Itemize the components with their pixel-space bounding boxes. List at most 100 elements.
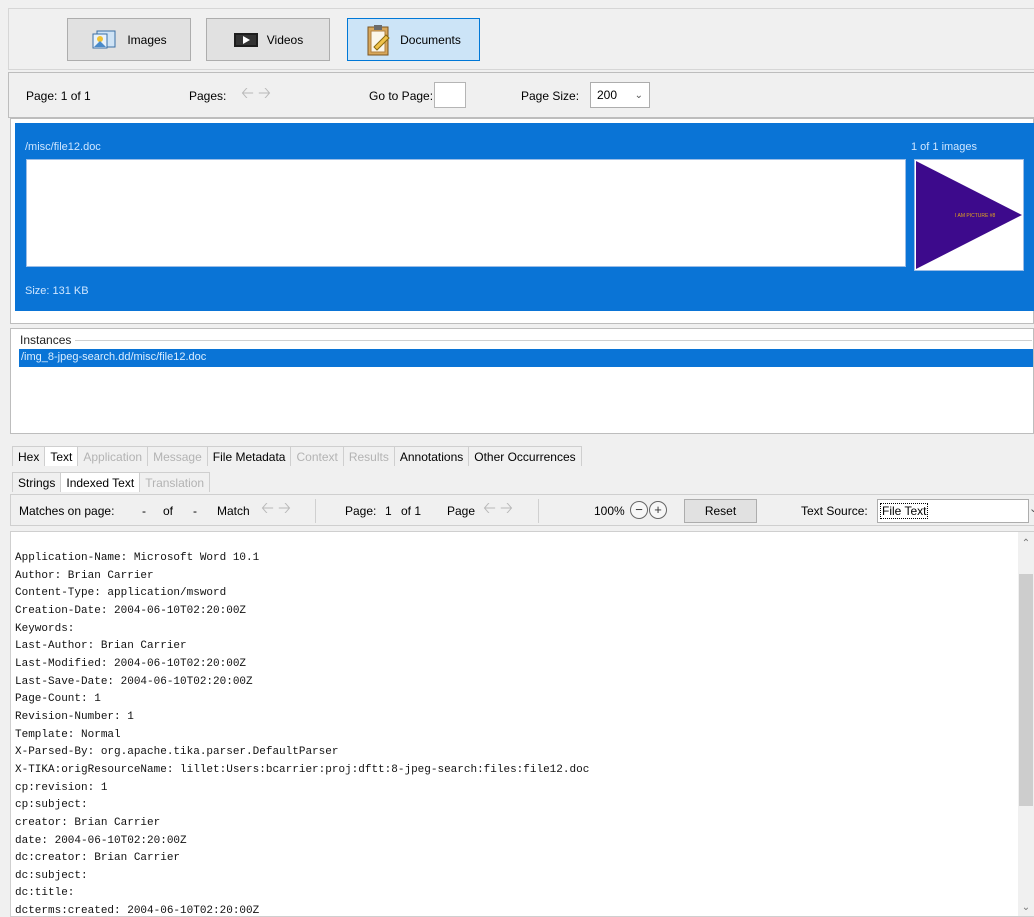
tab-other-occurrences[interactable]: Other Occurrences bbox=[468, 446, 582, 466]
tab-application[interactable]: Application bbox=[77, 446, 149, 466]
text-source-label: Text Source: bbox=[801, 504, 868, 518]
page-size-label: Page Size: bbox=[521, 89, 580, 103]
page-indicator: Page: 1 of 1 bbox=[26, 89, 91, 103]
videos-button[interactable]: Videos bbox=[206, 18, 330, 61]
result-file-path: /misc/file12.doc bbox=[25, 141, 101, 153]
text-line: Application-Name: Microsoft Word 10.1 bbox=[15, 552, 260, 564]
previous-page-arrow-icon[interactable]: 🡠 bbox=[241, 82, 254, 109]
zoom-out-icon[interactable]: − bbox=[630, 501, 648, 519]
text-line: creator: Brian Carrier bbox=[15, 816, 161, 829]
text-line: Last-Save-Date: 2004-06-10T02:20:00Z bbox=[15, 675, 253, 688]
result-thumbnail[interactable]: I AM PICTURE #8 bbox=[914, 159, 1024, 271]
page-size-select[interactable]: 200 ⌄ bbox=[590, 82, 650, 108]
text-line: dc:title: bbox=[15, 887, 75, 900]
zoom-in-icon[interactable]: + bbox=[649, 501, 667, 519]
text-viewer-toolbar: Matches on page: - of - Match 🡠 🡢 Page: … bbox=[10, 494, 1034, 526]
extracted-text-content: Application-Name: Microsoft Word 10.1 Aut… bbox=[15, 550, 590, 917]
images-button-label: Images bbox=[127, 32, 167, 47]
matches-on-page-label: Matches on page: bbox=[19, 504, 115, 518]
go-to-page-label: Go to Page: bbox=[369, 89, 434, 103]
text-line: cp:revision: 1 bbox=[15, 781, 108, 794]
result-preview-area bbox=[26, 159, 906, 267]
match-current: - bbox=[142, 504, 146, 518]
match-nav-arrows: 🡠 🡢 bbox=[255, 498, 297, 522]
toolbar-separator bbox=[538, 499, 539, 523]
tab-translation[interactable]: Translation bbox=[139, 472, 211, 492]
match-label: Match bbox=[217, 504, 250, 518]
selected-result-tile[interactable]: /misc/file12.doc 1 of 1 images I AM PICT… bbox=[15, 123, 1034, 311]
text-line: Page-Count: 1 bbox=[15, 693, 101, 706]
scroll-down-icon[interactable]: ⌄ bbox=[1018, 902, 1034, 913]
documents-button[interactable]: Documents bbox=[347, 18, 480, 61]
scrollbar-thumb[interactable] bbox=[1019, 574, 1033, 806]
text-line: dcterms:created: 2004-06-10T02:20:00Z bbox=[15, 905, 260, 917]
text-line: X-TIKA:origResourceName: lillet:Users:bc… bbox=[15, 763, 590, 776]
instance-row[interactable]: /img_8-jpeg-search.dd/misc/file12.doc bbox=[19, 349, 1033, 367]
videos-icon bbox=[233, 31, 259, 49]
thumbnail-caption: I AM PICTURE #8 bbox=[955, 213, 996, 219]
previous-text-page-arrow-icon[interactable]: 🡠 bbox=[483, 497, 496, 524]
text-line: Last-Author: Brian Carrier bbox=[15, 640, 187, 653]
content-viewer-tabs: Hex Text Application Message File Metada… bbox=[12, 446, 582, 466]
text-page-nav-arrows: 🡠 🡢 bbox=[477, 498, 519, 522]
text-line: Creation-Date: 2004-06-10T02:20:00Z bbox=[15, 604, 247, 617]
pages-label: Pages: bbox=[189, 89, 227, 103]
vertical-scrollbar[interactable]: ⌃ ⌄ bbox=[1018, 532, 1034, 916]
tab-annotations[interactable]: Annotations bbox=[393, 446, 470, 466]
text-line: X-Parsed-By: org.apache.tika.parser.Defa… bbox=[15, 746, 339, 759]
result-image-count: 1 of 1 images bbox=[911, 141, 978, 153]
tab-file-metadata[interactable]: File Metadata bbox=[206, 446, 292, 466]
tab-message[interactable]: Message bbox=[147, 446, 208, 466]
tab-strings[interactable]: Strings bbox=[12, 472, 62, 492]
tab-results[interactable]: Results bbox=[342, 446, 395, 466]
chevron-down-icon[interactable]: ⌄ bbox=[1029, 502, 1034, 515]
matches-of-label: of bbox=[163, 504, 174, 518]
thumbnail-results-panel: /misc/file12.doc 1 of 1 images I AM PICT… bbox=[10, 118, 1034, 324]
images-icon bbox=[91, 29, 119, 51]
go-to-page-input[interactable] bbox=[434, 82, 466, 108]
text-line: dc:subject: bbox=[15, 869, 88, 882]
images-button[interactable]: Images bbox=[67, 18, 191, 61]
reset-zoom-button[interactable]: Reset bbox=[684, 499, 757, 523]
text-line: Content-Type: application/msword bbox=[15, 587, 227, 600]
previous-match-arrow-icon[interactable]: 🡠 bbox=[261, 497, 274, 524]
scroll-up-icon[interactable]: ⌃ bbox=[1018, 538, 1034, 549]
text-page-label: Page: bbox=[345, 504, 377, 518]
instances-panel: Instances /img_8-jpeg-search.dd/misc/fil… bbox=[10, 328, 1034, 434]
text-line: cp:subject: bbox=[15, 799, 88, 812]
text-source-select[interactable]: File Text bbox=[877, 499, 1029, 523]
tab-text[interactable]: Text bbox=[44, 446, 79, 466]
next-match-arrow-icon[interactable]: 🡢 bbox=[278, 497, 291, 524]
text-source-value: File Text bbox=[880, 503, 929, 519]
extracted-text-area[interactable]: Application-Name: Microsoft Word 10.1 Aut… bbox=[10, 531, 1034, 917]
text-page-nav-label: Page bbox=[447, 504, 476, 518]
documents-button-label: Documents bbox=[400, 32, 461, 47]
page-size-value: 200 bbox=[597, 88, 618, 102]
instances-divider bbox=[20, 340, 1032, 341]
text-line: Revision-Number: 1 bbox=[15, 710, 134, 723]
videos-button-label: Videos bbox=[266, 32, 304, 47]
result-file-size: Size: 131 KB bbox=[25, 285, 89, 297]
chevron-down-icon: ⌄ bbox=[634, 89, 643, 101]
text-line: Template: Normal bbox=[15, 728, 121, 741]
text-line: date: 2004-06-10T02:20:00Z bbox=[15, 834, 187, 847]
paging-bar: Page: 1 of 1 Pages: 🡠 🡢 Go to Page: Page… bbox=[8, 72, 1034, 118]
zoom-level: 100% bbox=[594, 504, 625, 518]
text-line: Author: Brian Carrier bbox=[15, 569, 154, 582]
match-total: - bbox=[193, 504, 197, 518]
text-line: Keywords: bbox=[15, 622, 75, 635]
text-line: dc:creator: Brian Carrier bbox=[15, 852, 181, 865]
tab-context[interactable]: Context bbox=[290, 446, 344, 466]
next-page-arrow-icon[interactable]: 🡢 bbox=[258, 82, 271, 109]
tab-indexed-text[interactable]: Indexed Text bbox=[60, 472, 141, 492]
text-viewer-tabs: Strings Indexed Text Translation bbox=[12, 472, 211, 492]
text-page-number: 1 bbox=[385, 504, 392, 518]
toolbar-separator bbox=[315, 499, 316, 523]
media-type-toolbar: Images Videos Documents bbox=[8, 8, 1034, 70]
documents-icon bbox=[366, 23, 392, 57]
instances-label: Instances bbox=[20, 333, 76, 347]
page-nav-arrows: 🡠 🡢 bbox=[235, 83, 277, 107]
next-text-page-arrow-icon[interactable]: 🡢 bbox=[500, 497, 513, 524]
tab-hex[interactable]: Hex bbox=[12, 446, 46, 466]
text-line: Last-Modified: 2004-06-10T02:20:00Z bbox=[15, 657, 247, 670]
